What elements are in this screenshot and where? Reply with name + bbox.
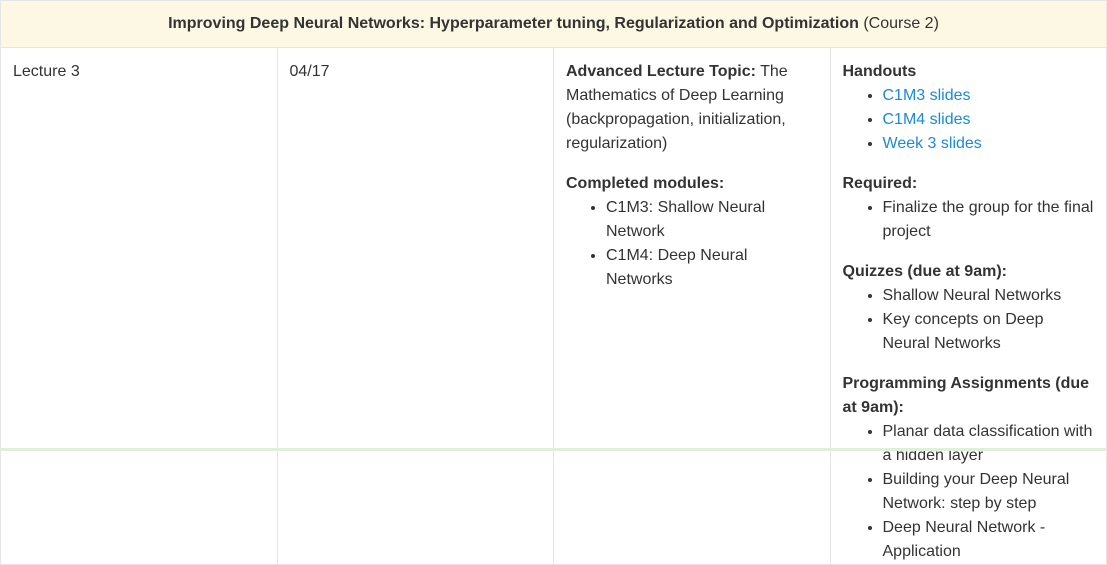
c1m3-slides-link[interactable]: C1M3 slides <box>883 87 971 104</box>
materials-cell: Handouts C1M3 slides C1M4 slides Week 3 … <box>829 47 1107 565</box>
assignments-label: Programming Assignments (due at 9am): <box>842 375 1090 416</box>
handouts-list: C1M3 slides C1M4 slides Week 3 slides <box>843 84 1095 156</box>
topic-description: Advanced Lecture Topic: The Mathematics … <box>566 60 818 156</box>
schedule-table: Improving Deep Neural Networks: Hyperpar… <box>0 0 1107 565</box>
list-item: Key concepts on Deep Neural Networks <box>883 308 1095 356</box>
list-item: C1M4: Deep Neural Networks <box>606 244 818 292</box>
c1m4-slides-link[interactable]: C1M4 slides <box>883 111 971 128</box>
required-label: Required: <box>842 175 918 192</box>
assignments-list: Planar data classification with a hidden… <box>843 420 1095 564</box>
quizzes-list: Shallow Neural Networks Key concepts on … <box>843 284 1095 356</box>
list-item: Week 3 slides <box>883 132 1095 156</box>
date-cell: 04/17 <box>276 47 554 565</box>
list-item: Planar data classification with a hidden… <box>883 420 1095 468</box>
list-item: Building your Deep Neural Network: step … <box>883 468 1095 516</box>
lecture-row: Lecture 3 04/17 Advanced Lecture Topic: … <box>0 47 1107 565</box>
list-item: C1M4 slides <box>883 108 1095 132</box>
course-number: (Course 2) <box>858 15 939 32</box>
topic-cell: Advanced Lecture Topic: The Mathematics … <box>553 47 831 565</box>
required-list: Finalize the group for the final project <box>843 196 1095 244</box>
lecture-date: 04/17 <box>289 63 330 80</box>
completed-modules-list: C1M3: Shallow Neural Network C1M4: Deep … <box>566 196 818 292</box>
list-item: Deep Neural Network - Application <box>883 516 1095 564</box>
week-3-slides-link[interactable]: Week 3 slides <box>883 135 982 152</box>
topic-label: Advanced Lecture Topic: <box>566 63 756 80</box>
handouts-label: Handouts <box>842 63 917 80</box>
course-header-cell: Improving Deep Neural Networks: Hyperpar… <box>0 0 1107 48</box>
lecture-label: Lecture 3 <box>13 63 80 80</box>
list-item: C1M3 slides <box>883 84 1095 108</box>
quizzes-label: Quizzes (due at 9am): <box>842 263 1007 280</box>
completed-modules-label: Completed modules: <box>566 175 725 192</box>
course-title: Improving Deep Neural Networks: Hyperpar… <box>168 15 859 32</box>
lecture-cell: Lecture 3 <box>0 47 278 565</box>
course-header-row: Improving Deep Neural Networks: Hyperpar… <box>0 0 1107 48</box>
list-item: C1M3: Shallow Neural Network <box>606 196 818 244</box>
list-item: Shallow Neural Networks <box>883 284 1095 308</box>
list-item: Finalize the group for the final project <box>883 196 1095 244</box>
